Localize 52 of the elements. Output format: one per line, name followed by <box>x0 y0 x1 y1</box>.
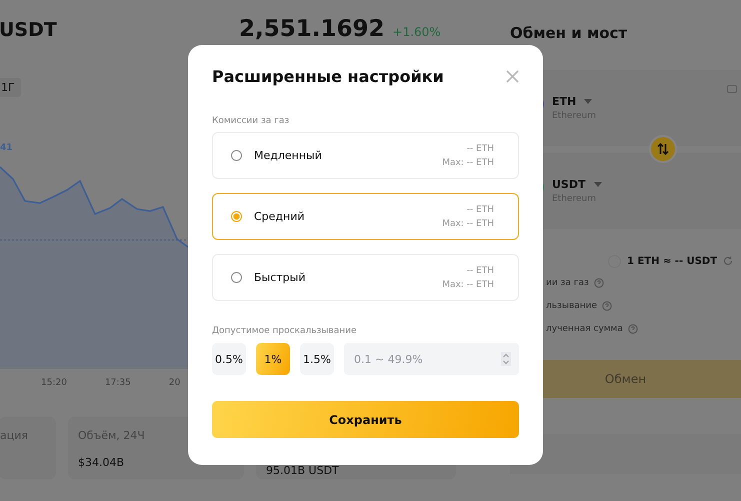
fee-value: -- ETH <box>466 266 494 276</box>
swap-button[interactable] <box>649 135 677 163</box>
detail-label: ии за газ <box>546 278 589 288</box>
help-icon[interactable] <box>602 300 612 310</box>
help-icon[interactable] <box>594 278 604 288</box>
peak-label: 41 <box>0 143 13 153</box>
slippage-option[interactable]: 0.5% <box>212 343 246 375</box>
slippage-field[interactable]: 0.1 ~ 49.9% <box>344 343 519 375</box>
section-label: Допустимое проскальзывание <box>212 326 358 336</box>
help-icon[interactable] <box>628 324 638 334</box>
stat-value: $34.04B <box>78 456 126 469</box>
option-label: Быстрый <box>254 271 307 284</box>
wallet-icon <box>727 84 737 93</box>
pair-title: USDT <box>0 19 58 41</box>
save-button[interactable]: Сохранить <box>212 401 519 438</box>
slippage-option[interactable]: 1.5% <box>300 343 334 375</box>
slippage-option[interactable]: 1% <box>256 343 290 375</box>
caret-icon[interactable] <box>594 182 602 188</box>
panel-title: Обмен и мост <box>510 24 628 42</box>
price: 2,551.1692 <box>239 16 385 42</box>
dialog-title: Расширенные настройки <box>212 67 444 86</box>
max-fee-value: Max: -- ETH <box>442 280 494 290</box>
stat-value: 95.01B USDT <box>266 464 340 477</box>
radio-button[interactable] <box>231 150 242 161</box>
exchange-rate: 1 ETH ≈ -- USDT <box>627 256 718 266</box>
stepper-icon[interactable] <box>501 352 511 366</box>
axis-label: 20 <box>168 378 180 388</box>
fee-value: -- ETH <box>466 144 494 154</box>
caret-icon[interactable] <box>584 98 592 104</box>
price-change: +1.60% <box>392 25 441 39</box>
swap-arrows-icon <box>657 143 669 155</box>
axis-label: 17:35 <box>104 378 131 388</box>
token-symbol[interactable]: ETH <box>552 95 576 108</box>
option-label: Медленный <box>254 149 323 162</box>
gas-option[interactable]: Средний -- ETH Max: -- ETH <box>212 193 519 240</box>
token-symbol[interactable]: USDT <box>552 178 586 191</box>
axis-label: 15:20 <box>41 378 67 388</box>
detail-label: лученная сумма <box>546 324 623 334</box>
refresh-icon[interactable] <box>723 256 734 266</box>
close-icon[interactable] <box>506 70 519 83</box>
radio-button[interactable] <box>231 211 242 222</box>
range-tab[interactable]: 1Г <box>0 78 21 97</box>
slippage-input[interactable]: 0.1 ~ 49.9% <box>352 352 501 366</box>
option-label: Средний <box>254 210 306 223</box>
section-label: Комиссии за газ <box>212 116 290 126</box>
radio-button[interactable] <box>231 272 242 283</box>
gas-option[interactable]: Медленный -- ETH Max: -- ETH <box>212 132 519 179</box>
max-fee-value: Max: -- ETH <box>442 218 494 228</box>
max-fee-value: Max: -- ETH <box>442 158 494 168</box>
gas-option[interactable]: Быстрый -- ETH Max: -- ETH <box>212 254 519 301</box>
fee-value: -- ETH <box>466 204 494 214</box>
detail-label: льзывание <box>546 300 598 310</box>
